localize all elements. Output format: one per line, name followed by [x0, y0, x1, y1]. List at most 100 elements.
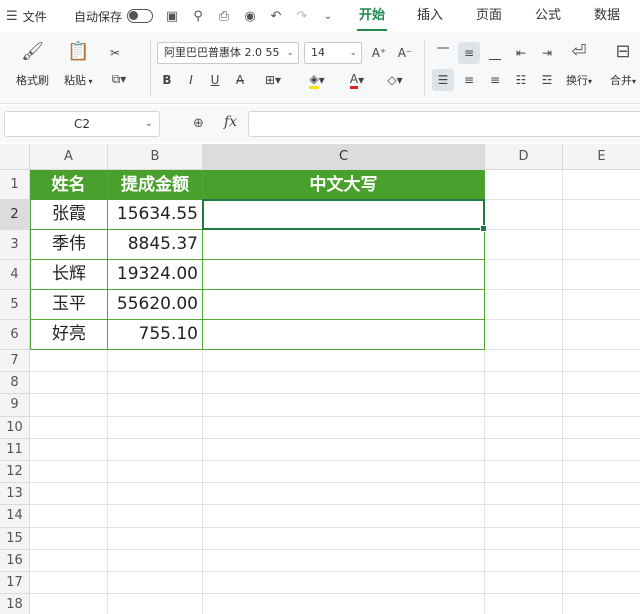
grid-line: [30, 460, 640, 461]
align-top-icon[interactable]: ⎺: [432, 42, 454, 64]
tab-home[interactable]: 开始: [356, 0, 388, 32]
column-header-a[interactable]: A: [30, 144, 108, 170]
fill-color-icon[interactable]: ◈ ▾: [300, 69, 334, 91]
row-header-11[interactable]: 11: [0, 438, 30, 461]
tab-insert[interactable]: 插入: [417, 0, 443, 32]
link-icon[interactable]: ⚲: [188, 6, 208, 26]
save-icon[interactable]: ▣: [162, 6, 182, 26]
font-name-select[interactable]: 阿里巴巴普惠体 2.0 55 I ⌄: [157, 42, 299, 64]
file-menu[interactable]: ☰ 文件: [6, 0, 47, 32]
name-cell[interactable]: 张霞: [30, 200, 108, 230]
justify-icon[interactable]: ☷: [510, 69, 532, 91]
tab-data[interactable]: 数据: [594, 0, 620, 32]
font-size-value: 14: [311, 46, 325, 59]
title-bar: ☰ 文件 自动保存 ▣ ⚲ ⎙ ◉ ↶ ↷ ⌄ 开始 插入 页面 公式 数据: [0, 0, 640, 32]
print-preview-icon[interactable]: ◉: [240, 6, 260, 26]
file-menu-label: 文件: [22, 9, 47, 24]
align-center-icon[interactable]: ≡: [458, 69, 480, 91]
row-header-12[interactable]: 12: [0, 461, 30, 484]
row-header-7[interactable]: 7: [0, 350, 30, 373]
column-header-c[interactable]: C: [203, 144, 485, 170]
select-all-corner[interactable]: [0, 144, 30, 170]
chevron-down-icon: ⌄: [349, 48, 357, 58]
indent-increase-icon[interactable]: ⇥: [536, 42, 558, 64]
column-header-b[interactable]: B: [108, 144, 203, 170]
row-header-16[interactable]: 16: [0, 549, 30, 572]
tab-formula[interactable]: 公式: [535, 0, 561, 32]
formula-input[interactable]: [248, 111, 640, 137]
font-color-icon[interactable]: A ▾: [340, 69, 374, 91]
row-header-1[interactable]: 1: [0, 170, 30, 200]
distributed-icon[interactable]: ☲: [536, 69, 558, 91]
row-header-5[interactable]: 5: [0, 290, 30, 320]
decrease-font-icon[interactable]: A⁻: [394, 42, 416, 64]
undo-icon[interactable]: ↶: [266, 6, 286, 26]
font-size-select[interactable]: 14 ⌄: [304, 42, 362, 64]
row-header-15[interactable]: 15: [0, 527, 30, 550]
uppercase-amount-cell[interactable]: [203, 260, 485, 290]
align-left-icon[interactable]: ☰: [432, 69, 454, 91]
table-header-cell[interactable]: 姓名: [30, 170, 108, 200]
row-header-14[interactable]: 14: [0, 505, 30, 528]
amount-cell[interactable]: 55620.00: [108, 290, 203, 320]
table-header-cell[interactable]: 中文大写: [203, 170, 485, 200]
format-painter-button[interactable]: 🖌 格式刷: [16, 40, 49, 88]
name-cell[interactable]: 长辉: [30, 260, 108, 290]
redo-icon[interactable]: ↷: [292, 6, 312, 26]
name-cell[interactable]: 季伟: [30, 230, 108, 260]
bold-icon[interactable]: B: [156, 69, 178, 91]
print-icon[interactable]: ⎙: [214, 6, 234, 26]
table-header-cell[interactable]: 提成金额: [108, 170, 203, 200]
name-cell[interactable]: 好亮: [30, 320, 108, 350]
column-header-e[interactable]: E: [563, 144, 640, 170]
grid-line: [30, 371, 640, 373]
merge-button[interactable]: ⊟ 合并▾: [610, 40, 636, 88]
amount-cell[interactable]: 15634.55: [108, 200, 203, 230]
align-right-icon[interactable]: ≡: [484, 69, 506, 91]
row-header-10[interactable]: 10: [0, 416, 30, 439]
autosave-toggle[interactable]: [127, 9, 154, 23]
row-header-2[interactable]: 2: [0, 200, 30, 230]
fx-icon[interactable]: fx: [224, 114, 237, 130]
row-header-17[interactable]: 17: [0, 572, 30, 595]
grid-line: [30, 593, 640, 595]
row-header-3[interactable]: 3: [0, 230, 30, 260]
column-header-d[interactable]: D: [485, 144, 563, 170]
wrap-text-label: 换行▾: [566, 74, 593, 87]
uppercase-amount-cell[interactable]: [203, 230, 485, 260]
autosave-control[interactable]: 自动保存: [74, 0, 154, 32]
row-header-18[interactable]: 18: [0, 594, 30, 614]
amount-cell[interactable]: 8845.37: [108, 230, 203, 260]
row-header-13[interactable]: 13: [0, 483, 30, 506]
indent-decrease-icon[interactable]: ⇤: [510, 42, 532, 64]
align-bottom-icon[interactable]: ⎽: [484, 42, 506, 64]
uppercase-amount-cell[interactable]: [203, 200, 485, 230]
underline-icon[interactable]: U: [204, 69, 226, 91]
tab-page[interactable]: 页面: [476, 0, 502, 32]
row-header-9[interactable]: 9: [0, 394, 30, 417]
uppercase-amount-cell[interactable]: [203, 290, 485, 320]
name-cell[interactable]: 玉平: [30, 290, 108, 320]
align-middle-icon[interactable]: ≡: [458, 42, 480, 64]
grid-line: [30, 548, 640, 550]
strikethrough-icon[interactable]: A̶: [228, 69, 252, 91]
amount-cell[interactable]: 755.10: [108, 320, 203, 350]
border-icon[interactable]: ⊞▾: [256, 69, 290, 91]
paste-button[interactable]: 📋 粘贴 ▾: [64, 40, 93, 88]
amount-cell[interactable]: 19324.00: [108, 260, 203, 290]
zoom-search-icon[interactable]: ⊕: [193, 116, 204, 131]
italic-icon[interactable]: I: [180, 69, 202, 91]
clear-format-icon[interactable]: ◇▾: [380, 69, 410, 91]
wrap-text-button[interactable]: ⏎ 换行▾: [566, 40, 592, 88]
name-box[interactable]: C2 ⌄: [4, 111, 160, 137]
cut-icon[interactable]: ✂: [104, 42, 126, 64]
row-header-4[interactable]: 4: [0, 260, 30, 290]
uppercase-amount-cell[interactable]: [203, 320, 485, 350]
row-header-6[interactable]: 6: [0, 320, 30, 350]
grid-line: [30, 526, 640, 528]
chevron-down-icon[interactable]: ⌄: [318, 6, 338, 26]
worksheet-grid[interactable]: ABCDE 1 2 3 4 5 6 7 8 9 10 11 12 13 14 15 16 17 18 姓名 提成金额…: [0, 144, 640, 614]
copy-icon[interactable]: ⧉▾: [104, 68, 134, 90]
increase-font-icon[interactable]: A⁺: [368, 42, 390, 64]
row-header-8[interactable]: 8: [0, 372, 30, 395]
